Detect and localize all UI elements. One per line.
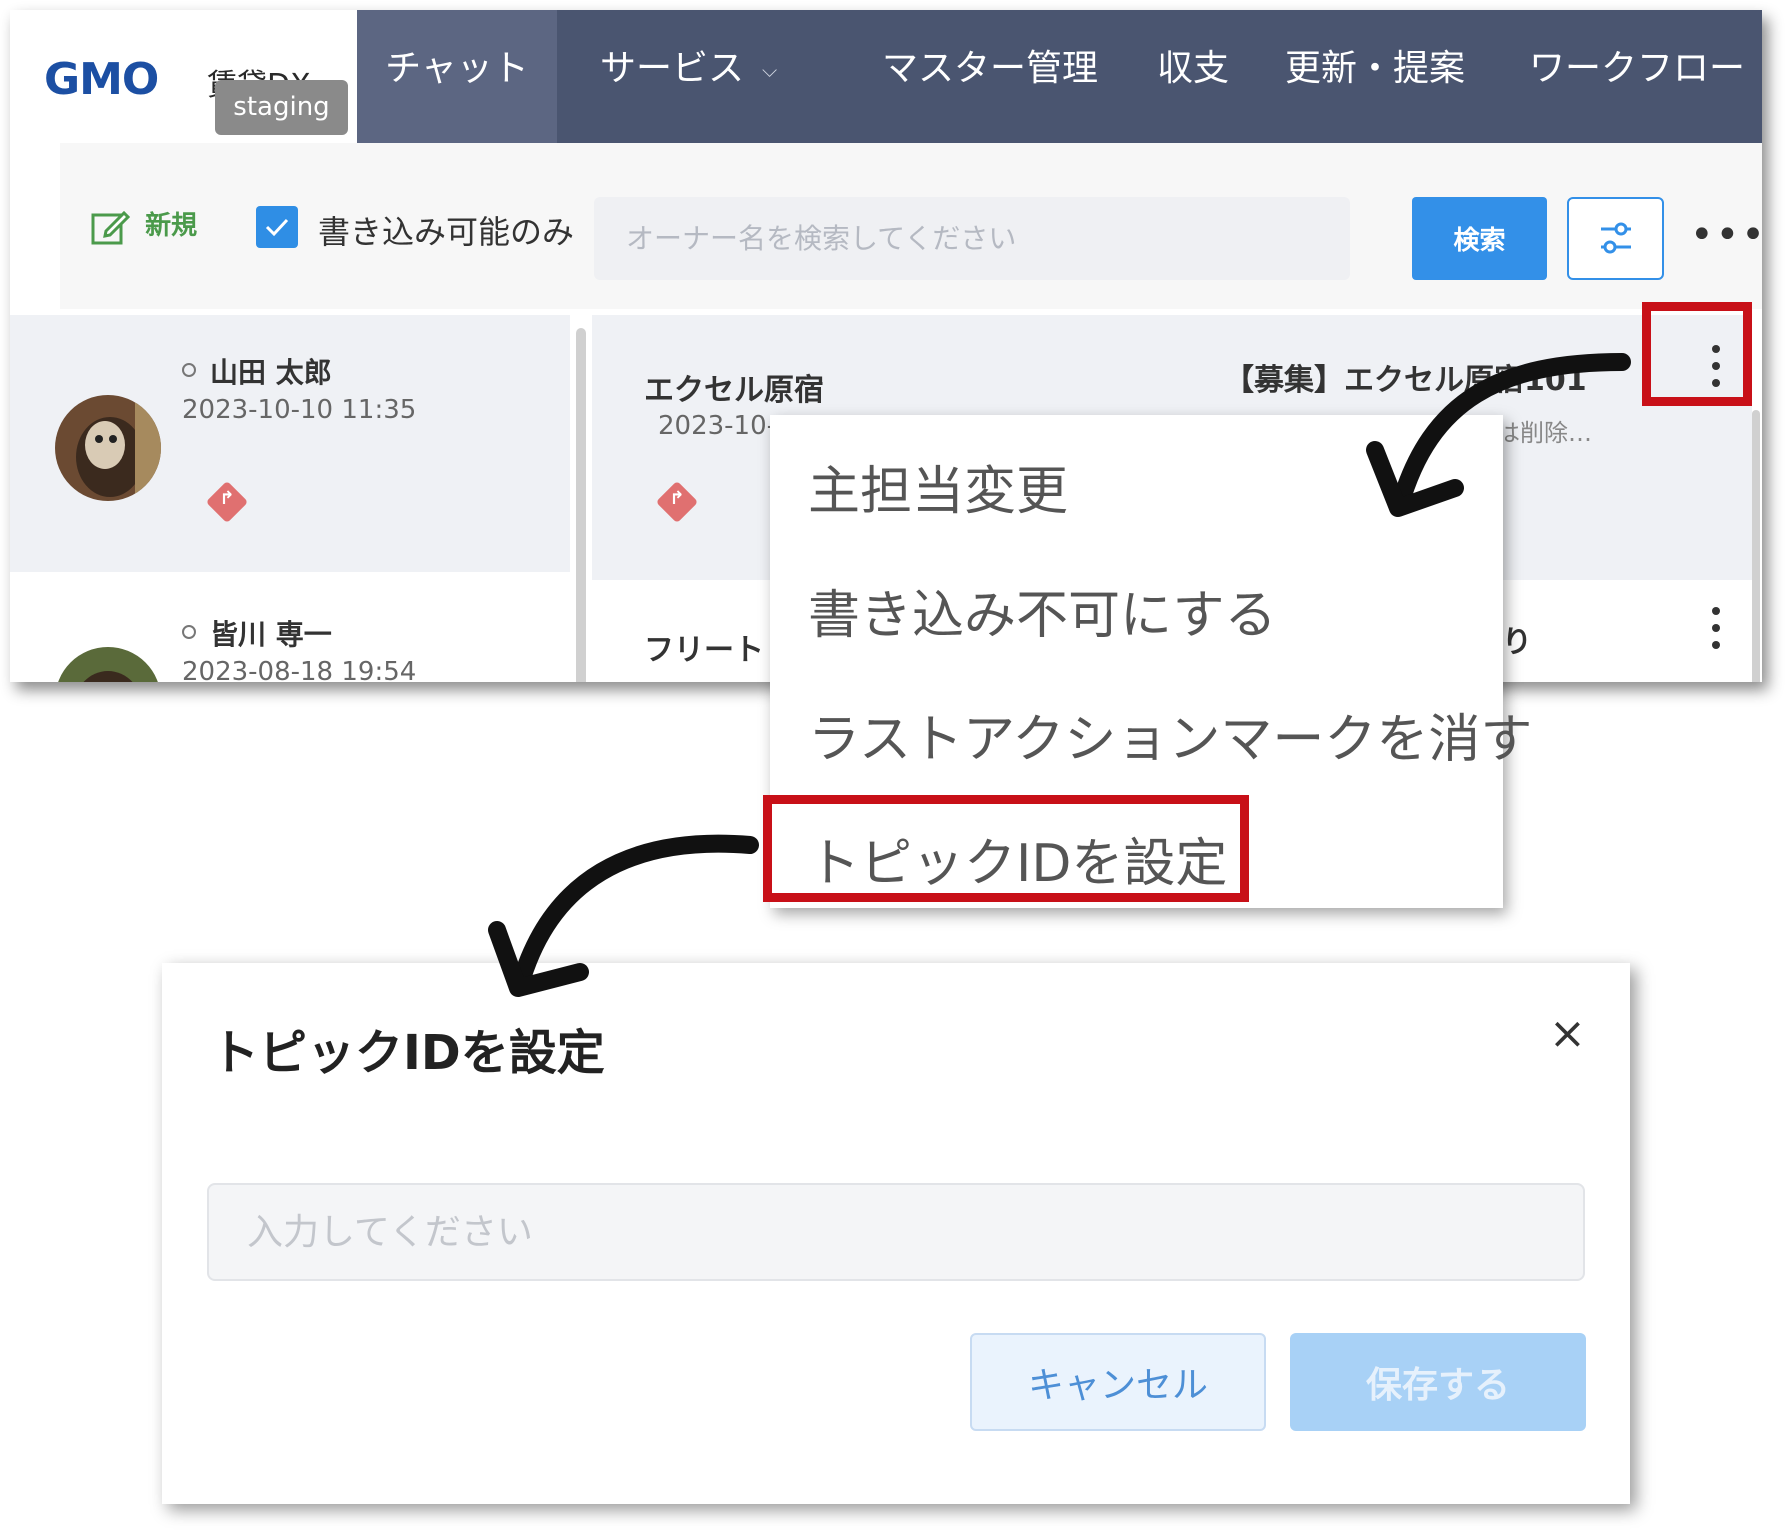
menu-item-change-primary[interactable]: 主担当変更 (808, 449, 1068, 524)
topic-property-name: エクセル原宿 (644, 373, 824, 408)
nav-finance-label: 収支 (1157, 48, 1230, 89)
topic-menu-button[interactable] (1704, 607, 1728, 658)
top-navigation: チャット サービス ⌵ マスター管理 収支 更新・提案 ワークフロー (357, 10, 1762, 143)
owner-search-input[interactable] (594, 197, 1350, 280)
search-button[interactable]: 検索 (1412, 197, 1547, 280)
nav-finance[interactable]: 収支 (1157, 10, 1229, 143)
avatar (55, 647, 161, 682)
scrollbar[interactable] (576, 328, 586, 682)
owner-list: 山田 太郎 2023-10-10 11:35 ↱ 皆川 専一 2023-08-1… (10, 315, 570, 682)
nav-service-label: サービス (600, 48, 745, 89)
last-action-icon: ↱ (205, 480, 249, 524)
nav-chat[interactable]: チャット (357, 10, 557, 143)
dialog-title: トピックIDを設定 (211, 1025, 605, 1081)
topic-id-input[interactable] (207, 1183, 1585, 1281)
nav-master-label: マスター管理 (882, 48, 1099, 89)
toolbar: 新規 書き込み可能のみ 検索 ••• (60, 143, 1762, 309)
nav-service[interactable]: サービス ⌵ (600, 10, 777, 143)
room-timestamp: 2023-10-10 11:35 (182, 395, 417, 425)
avatar (55, 395, 161, 501)
new-button[interactable]: 新規 (90, 205, 197, 249)
edit-icon (91, 210, 131, 244)
topic-title: 【募集】エクセル原宿101 (1224, 363, 1587, 398)
scrollbar[interactable] (1752, 410, 1760, 682)
owner-list-item[interactable]: 山田 太郎 2023-10-10 11:35 ↱ (10, 315, 570, 572)
room-timestamp: 2023-08-18 19:54 (182, 657, 417, 682)
nav-workflow[interactable]: ワークフロー (1529, 10, 1745, 143)
owner-name: 皆川 専一 (210, 618, 332, 651)
nav-chat-label: チャット (385, 48, 529, 89)
status-indicator (182, 625, 196, 639)
topic-title: り (1502, 625, 1532, 660)
chevron-down-icon: ⌵ (762, 58, 778, 82)
cancel-button[interactable]: キャンセル (970, 1333, 1266, 1431)
more-options-button[interactable]: ••• (1690, 215, 1762, 255)
owner-list-item[interactable]: 皆川 専一 2023-08-18 19:54 (10, 577, 570, 682)
writable-only-checkbox[interactable] (256, 206, 298, 248)
nav-workflow-label: ワークフロー (1529, 48, 1746, 89)
close-icon[interactable]: × (1549, 1008, 1586, 1059)
environment-badge: staging (215, 80, 348, 135)
menu-item-make-readonly[interactable]: 書き込み不可にする (808, 573, 1277, 648)
nav-master[interactable]: マスター管理 (882, 10, 1098, 143)
highlight-box-menu-button (1642, 302, 1752, 406)
save-button[interactable]: 保存する (1290, 1333, 1586, 1431)
company-logo: GMO (44, 54, 159, 105)
topic-date: 2023-10- (658, 411, 777, 441)
logo-area[interactable]: GMO 賃貸DX staging (10, 10, 357, 143)
topic-property-name: フリート (644, 633, 764, 668)
highlight-box-set-topic-id (763, 795, 1249, 902)
new-button-label: 新規 (145, 211, 198, 241)
set-topic-id-dialog: トピックIDを設定 × キャンセル 保存する (162, 963, 1630, 1504)
check-icon (265, 218, 289, 237)
writable-only-label: 書き込み可能のみ (318, 213, 575, 251)
filter-button[interactable] (1567, 197, 1664, 280)
topic-snippet: は削除… (1496, 419, 1592, 447)
last-action-icon: ↱ (655, 480, 699, 524)
menu-item-clear-last-action[interactable]: ラストアクションマークを消す (808, 697, 1532, 772)
nav-renewal[interactable]: 更新・提案 (1285, 10, 1465, 143)
sliders-icon (1601, 222, 1631, 254)
nav-renewal-label: 更新・提案 (1285, 48, 1466, 89)
status-indicator (182, 363, 196, 377)
owner-name: 山田 太郎 (210, 356, 332, 389)
